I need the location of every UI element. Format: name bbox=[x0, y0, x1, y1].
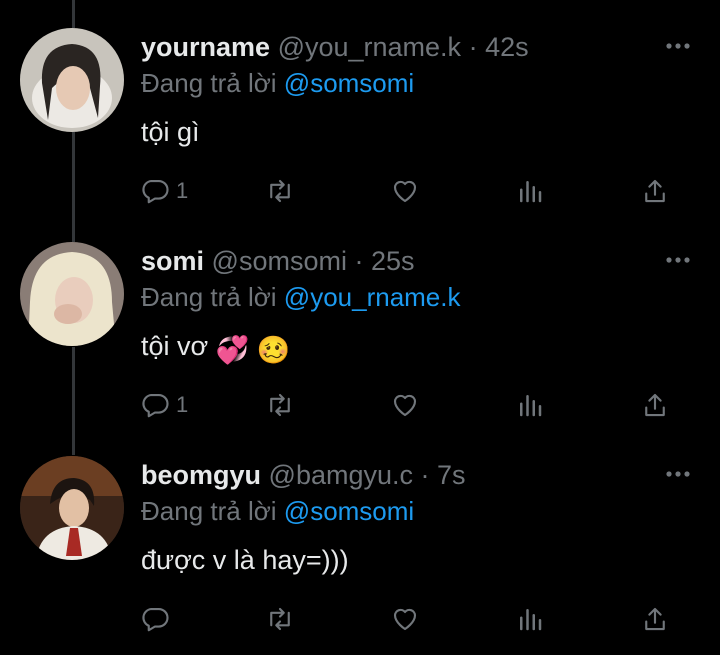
separator: · bbox=[468, 32, 478, 62]
username[interactable]: @somsomi bbox=[212, 246, 347, 276]
analytics-button[interactable] bbox=[515, 173, 545, 209]
tweet-text-content: tội vơ bbox=[141, 331, 209, 361]
analytics-button[interactable] bbox=[515, 387, 545, 423]
display-name[interactable]: somi bbox=[141, 246, 204, 276]
retweet-button[interactable] bbox=[265, 173, 295, 209]
reply-mention[interactable]: @somsomi bbox=[284, 496, 414, 526]
avatar[interactable] bbox=[20, 242, 124, 346]
tweet[interactable]: beomgyu @bamgyu.c · 7s Đang trả lời @som… bbox=[0, 428, 720, 643]
timestamp[interactable]: 42s bbox=[485, 32, 529, 62]
emoji: 🥴 bbox=[256, 335, 291, 365]
reply-context: Đang trả lời @somsomi bbox=[141, 496, 414, 527]
reply-button[interactable]: 1 bbox=[140, 387, 188, 423]
share-icon bbox=[645, 393, 665, 417]
reply-icon bbox=[142, 393, 169, 418]
tweet-text-content: tội gì bbox=[141, 117, 200, 147]
share-icon bbox=[645, 607, 665, 631]
tweet-text: tội vơ 💞 🥴 bbox=[141, 331, 291, 366]
more-icon[interactable] bbox=[664, 462, 692, 486]
avatar[interactable] bbox=[20, 28, 124, 132]
tweet-text: tội gì bbox=[141, 117, 200, 148]
action-bar: 1 bbox=[140, 387, 680, 423]
reply-context: Đang trả lời @you_rname.k bbox=[141, 282, 461, 313]
separator: · bbox=[354, 246, 364, 276]
reply-mention[interactable]: @somsomi bbox=[284, 68, 414, 98]
tweet-header: yourname @you_rname.k · 42s bbox=[141, 32, 529, 63]
share-icon bbox=[645, 179, 665, 203]
username[interactable]: @you_rname.k bbox=[278, 32, 462, 62]
retweet-icon bbox=[270, 393, 290, 417]
separator: · bbox=[420, 460, 430, 490]
emoji: 💞 bbox=[215, 335, 250, 365]
retweet-button[interactable] bbox=[265, 601, 295, 637]
display-name[interactable]: yourname bbox=[141, 32, 270, 62]
like-button[interactable] bbox=[390, 173, 420, 209]
tweet-text: được v là hay=))) bbox=[141, 545, 349, 576]
timestamp[interactable]: 7s bbox=[437, 460, 466, 490]
more-icon[interactable] bbox=[664, 34, 692, 58]
analytics-icon bbox=[520, 395, 542, 417]
like-icon bbox=[393, 394, 417, 417]
analytics-button[interactable] bbox=[515, 601, 545, 637]
reply-icon bbox=[142, 607, 169, 632]
tweet-header: somi @somsomi · 25s bbox=[141, 246, 415, 277]
like-button[interactable] bbox=[390, 387, 420, 423]
reply-count: 1 bbox=[176, 178, 189, 203]
like-icon bbox=[393, 608, 417, 631]
like-icon bbox=[393, 180, 417, 203]
username[interactable]: @bamgyu.c bbox=[269, 460, 413, 490]
share-button[interactable] bbox=[640, 601, 670, 637]
reply-count: 1 bbox=[176, 392, 189, 417]
timestamp[interactable]: 25s bbox=[371, 246, 415, 276]
analytics-icon bbox=[520, 181, 542, 203]
display-name[interactable]: beomgyu bbox=[141, 460, 261, 490]
share-button[interactable] bbox=[640, 387, 670, 423]
retweet-icon bbox=[270, 607, 290, 631]
retweet-button[interactable] bbox=[265, 387, 295, 423]
reply-mention[interactable]: @you_rname.k bbox=[284, 282, 461, 312]
more-icon[interactable] bbox=[664, 248, 692, 272]
analytics-icon bbox=[520, 609, 542, 631]
action-bar: 1 bbox=[140, 173, 680, 209]
reply-icon bbox=[142, 179, 169, 204]
reply-prefix: Đang trả lời bbox=[141, 496, 277, 526]
reply-prefix: Đang trả lời bbox=[141, 282, 277, 312]
reply-context: Đang trả lời @somsomi bbox=[141, 68, 414, 99]
avatar[interactable] bbox=[20, 456, 124, 560]
reply-prefix: Đang trả lời bbox=[141, 68, 277, 98]
tweet[interactable]: somi @somsomi · 25s Đang trả lời @you_rn… bbox=[0, 214, 720, 429]
retweet-icon bbox=[270, 179, 290, 203]
action-bar bbox=[140, 601, 680, 637]
reply-button[interactable]: 1 bbox=[140, 173, 188, 209]
reply-button[interactable] bbox=[140, 601, 176, 637]
like-button[interactable] bbox=[390, 601, 420, 637]
tweet-header: beomgyu @bamgyu.c · 7s bbox=[141, 460, 466, 491]
share-button[interactable] bbox=[640, 173, 670, 209]
tweet-text-content: được v là hay=))) bbox=[141, 545, 349, 575]
tweet[interactable]: yourname @you_rname.k · 42s Đang trả lời… bbox=[0, 0, 720, 215]
